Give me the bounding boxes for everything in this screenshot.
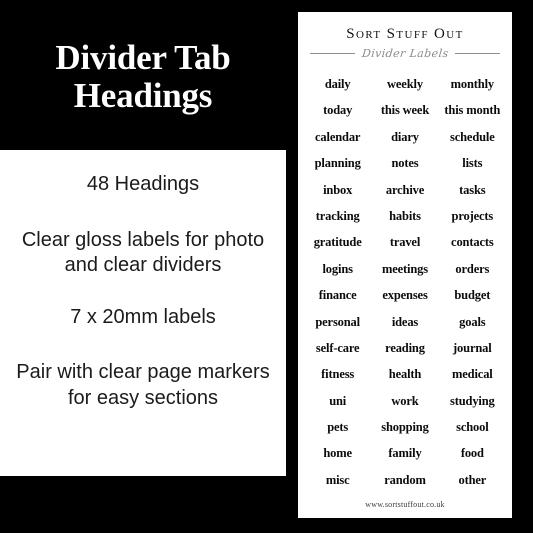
label-cell: meetings [381,261,428,276]
footer-band [0,476,286,533]
left-info-panel: Divider Tab Headings 48 Headings Clear g… [0,0,286,533]
brand-title: Sort Stuff Out [346,26,464,42]
label-cell: other [458,472,487,487]
label-cell: expenses [382,288,428,303]
label-cell: tracking [315,208,360,223]
label-cell: habits [389,208,421,223]
subtitle-script: Divider Labels [361,47,449,60]
label-cell: uni [329,393,347,408]
divider-rule-left [310,53,355,54]
label-cell: gratitude [313,235,362,250]
label-cell: monthly [450,77,495,91]
label-cell: travel [389,235,421,250]
label-cell: pets [327,420,349,435]
label-cell: journal [453,340,492,355]
label-cell: school [456,420,489,435]
label-cell: studying [450,393,495,408]
label-cell: fitness [321,367,355,382]
label-cell: family [388,446,422,461]
description-line-material: Clear gloss labels for photo and clear d… [21,228,265,277]
label-cell: contacts [451,235,494,250]
label-cell: tasks [459,182,486,197]
label-cell: logins [322,261,353,276]
label-cell: diary [391,129,419,144]
label-cell: medical [452,367,493,382]
label-cell: budget [454,288,491,303]
label-cell: work [391,393,419,408]
label-grid: daily weekly monthly today this week this mon… [298,71,512,493]
label-cell: calendar [315,129,361,144]
page-title: Divider Tab Headings [55,38,231,115]
label-cell: personal [315,314,360,329]
label-cell: food [460,446,484,461]
right-card-area: Sort Stuff Out Divider Labels daily weekl… [286,0,533,533]
label-cell: inbox [323,182,353,197]
label-cell: weekly [387,77,423,91]
label-cell: planning [314,156,361,171]
product-listing-image: Divider Tab Headings 48 Headings Clear g… [0,0,533,533]
label-sheet-card: Sort Stuff Out Divider Labels daily weekl… [298,12,512,518]
label-cell: home [323,446,352,461]
label-cell: misc [325,472,350,487]
divider-rule-right [455,53,500,54]
label-cell: random [384,472,426,487]
label-cell: self-care [315,340,360,355]
label-cell: reading [385,340,425,355]
card-footer-url: www.sortstuffout.co.uk [365,500,445,510]
label-cell: health [388,367,422,382]
label-cell: finance [318,288,357,303]
label-cell: archive [385,182,425,197]
label-cell: this week [380,103,430,118]
label-cell: this month [444,103,501,118]
label-cell: projects [451,208,494,223]
label-cell: orders [455,261,490,276]
description-line-headings-count: 48 Headings [86,173,200,195]
label-cell: goals [459,314,486,329]
label-cell: shopping [381,420,429,435]
label-cell: notes [391,156,419,171]
label-cell: ideas [391,314,419,329]
description-line-size: 7 x 20mm labels [70,305,216,328]
description-line-pairing: Pair with clear page markers for easy se… [16,361,270,409]
title-band: Divider Tab Headings [0,0,286,150]
subtitle-row: Divider Labels [298,47,512,60]
label-cell: schedule [450,129,495,144]
label-cell: lists [462,156,483,171]
label-cell: daily [324,77,351,91]
description-band: 48 Headings Clear gloss labels for photo… [0,150,286,476]
label-cell: today [323,103,353,118]
